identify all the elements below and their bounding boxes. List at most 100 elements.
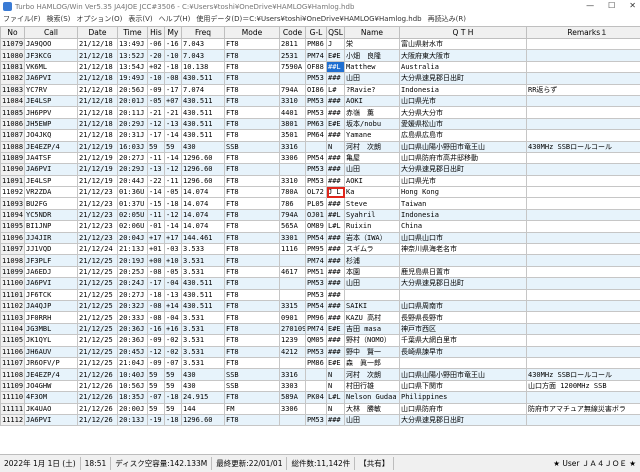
table-row[interactable]: 11087JO4JKQ21/12/1820:31J-17-14430.511FT… bbox=[1, 130, 640, 141]
table-row[interactable]: 11093BU2FG21/12/2301:37U-15-1814.074FT87… bbox=[1, 198, 640, 209]
table-row[interactable]: 111104F3OM21/12/2618:35J-07-1824.915FT85… bbox=[1, 392, 640, 403]
table-row[interactable]: 11086JH5EWP21/12/1820:29J-12-13430.511FT… bbox=[1, 118, 640, 129]
table-cell: -21 bbox=[165, 107, 182, 118]
status-updated: 最終更新:22/01/01 bbox=[212, 457, 287, 470]
table-cell: 4617 bbox=[280, 266, 306, 277]
table-row[interactable]: 11109JO4GHW21/12/2610:56J5959430SSB3303N… bbox=[1, 380, 640, 391]
column-header[interactable]: His bbox=[148, 27, 165, 39]
table-cell: 3801 bbox=[280, 118, 306, 129]
menu-item[interactable]: 再読込み(R) bbox=[425, 14, 469, 24]
table-row[interactable]: 11104JG3MBL21/12/2520:36J-16+163.531FT82… bbox=[1, 323, 640, 334]
column-header[interactable]: No bbox=[1, 27, 25, 39]
table-cell: 11108 bbox=[1, 369, 25, 380]
table-row[interactable]: 11092VR2ZDA21/12/2301:36U-14-0514.074FT8… bbox=[1, 187, 640, 198]
table-row[interactable]: 11094YC5NDR21/12/2302:05U-11-1214.074FT8… bbox=[1, 209, 640, 220]
column-header[interactable]: Remarks１ bbox=[527, 27, 640, 39]
table-row[interactable]: 11095BI1JNP21/12/2302:06U-01-1414.074FT8… bbox=[1, 221, 640, 232]
table-cell: 589A bbox=[280, 392, 306, 403]
table-cell: -22 bbox=[148, 175, 165, 186]
table-row[interactable]: 11085JH6PPV21/12/1820:11J-21-21430.511FT… bbox=[1, 107, 640, 118]
table-row[interactable]: 11096JJ4JIR21/12/2320:04J+17+17144.461FT… bbox=[1, 232, 640, 243]
table-row[interactable]: 11106JH6AUV21/12/2520:45J-12-023.531FT84… bbox=[1, 346, 640, 357]
table-row[interactable]: 11112JA6PVI21/12/2620:13J-19-181296.60FT… bbox=[1, 414, 640, 425]
column-header[interactable]: Freq bbox=[182, 27, 225, 39]
table-cell: ?Ravie? bbox=[345, 84, 400, 95]
table-cell: JF0RRH bbox=[25, 312, 78, 323]
column-header[interactable]: Mode bbox=[225, 27, 280, 39]
table-row[interactable]: 11099JA6EDJ21/12/2520:25J-08-053.531FT84… bbox=[1, 266, 640, 277]
menu-item[interactable]: オプション(O) bbox=[73, 14, 125, 24]
table-cell: 20:56J bbox=[118, 84, 148, 95]
table-cell bbox=[527, 209, 640, 220]
table-row[interactable]: 11088JE4EZP/421/12/1916:03J5959430SSB331… bbox=[1, 141, 640, 152]
column-header[interactable]: QSL bbox=[327, 27, 345, 39]
log-grid[interactable]: NoCallDateTimeHisMyFreqModeCodeG-LQSLNam… bbox=[0, 26, 640, 454]
table-cell: PM53 bbox=[306, 175, 327, 186]
menu-item[interactable]: 使用データ(D)＝C:¥Users¥toshi¥OneDrive¥HAMLOG¥… bbox=[193, 14, 424, 24]
table-row[interactable]: 11101JF6TCK21/12/2520:27J-18-13430.511FT… bbox=[1, 289, 640, 300]
table-row[interactable]: 11111JK4UAO21/12/2620:00J5959144FM3306N大… bbox=[1, 403, 640, 414]
column-header[interactable]: Time bbox=[118, 27, 148, 39]
table-row[interactable]: 11089JA4TSF21/12/1920:27J-11-141296.60FT… bbox=[1, 152, 640, 163]
table-cell: JE4EZP/4 bbox=[25, 369, 78, 380]
table-cell: 21/12/26 bbox=[78, 392, 118, 403]
column-header[interactable]: Name bbox=[345, 27, 400, 39]
table-cell: FT8 bbox=[225, 198, 280, 209]
column-header[interactable]: Code bbox=[280, 27, 306, 39]
table-cell: PM51 bbox=[306, 266, 327, 277]
table-cell: JR6OFV/P bbox=[25, 357, 78, 368]
table-cell: 21/12/25 bbox=[78, 323, 118, 334]
menu-item[interactable]: 検索(S) bbox=[44, 14, 74, 24]
table-cell: ### bbox=[327, 164, 345, 175]
table-row[interactable]: 11107JR6OFV/P21/12/2521:04J-09-073.531FT… bbox=[1, 357, 640, 368]
maximize-button[interactable]: ☐ bbox=[608, 1, 615, 10]
table-row[interactable]: 11102JA4QJP21/12/2520:32J-08+14430.511FT… bbox=[1, 300, 640, 311]
table-cell bbox=[527, 95, 640, 106]
table-row[interactable]: 11097JJ1VQD21/12/2421:13J+01-033.533FT81… bbox=[1, 244, 640, 255]
table-row[interactable]: 11081VK6ML21/12/1813:54J+02-1810.138FT87… bbox=[1, 61, 640, 72]
table-row[interactable]: 11105JK1QYL21/12/2520:36J-09-023.531FT81… bbox=[1, 335, 640, 346]
table-cell: 21/12/24 bbox=[78, 244, 118, 255]
table-cell: +00 bbox=[148, 255, 165, 266]
table-row[interactable]: 11090JA6PVI21/12/1920:29J-13-121296.60FT… bbox=[1, 164, 640, 175]
table-row[interactable]: 11084JE4LSP21/12/1820:01J-05+07430.511FT… bbox=[1, 95, 640, 106]
app-icon bbox=[3, 2, 12, 11]
table-cell: 7.043 bbox=[182, 50, 225, 61]
column-header[interactable]: Date bbox=[78, 27, 118, 39]
table-cell: 21:04J bbox=[118, 357, 148, 368]
table-row[interactable]: 11082JA6PVI21/12/1819:49J-10-08430.511FT… bbox=[1, 73, 640, 84]
table-cell: 11084 bbox=[1, 95, 25, 106]
table-cell: 3.531 bbox=[182, 335, 225, 346]
table-row[interactable]: 11098JF3PLF21/12/2520:19J+00+103.531FT8P… bbox=[1, 255, 640, 266]
column-header[interactable]: G-L bbox=[306, 27, 327, 39]
table-row[interactable]: 11108JE4EZP/421/12/2610:40J5959430SSB331… bbox=[1, 369, 640, 380]
menu-item[interactable]: ファイル(F) bbox=[0, 14, 44, 24]
table-cell: 21/12/18 bbox=[78, 84, 118, 95]
column-header[interactable]: Q T H bbox=[400, 27, 527, 39]
table-cell: SAIKI bbox=[345, 300, 400, 311]
table-cell: 20:19J bbox=[118, 255, 148, 266]
table-row[interactable]: 11079JA9QOO21/12/1813:49J-06-167.043FT82… bbox=[1, 39, 640, 50]
table-cell: FT8 bbox=[225, 187, 280, 198]
table-cell: PK04 bbox=[306, 392, 327, 403]
column-header[interactable]: Call bbox=[25, 27, 78, 39]
close-button[interactable]: ✕ bbox=[629, 1, 636, 10]
table-cell: 20:31J bbox=[118, 130, 148, 141]
table-row[interactable]: 11080JF3KCG21/12/1813:52J-20-107.043FT82… bbox=[1, 50, 640, 61]
table-row[interactable]: 11103JF0RRH21/12/2520:33J-08-043.531FT80… bbox=[1, 312, 640, 323]
table-row[interactable]: 11091JE4LSP21/12/1920:44J-22-111296.60FT… bbox=[1, 175, 640, 186]
table-cell: 14.074 bbox=[182, 209, 225, 220]
table-row[interactable]: 11083YC7RV21/12/1820:56J-09-177.074FT879… bbox=[1, 84, 640, 95]
table-cell: FT8 bbox=[225, 130, 280, 141]
minimize-button[interactable]: — bbox=[586, 1, 594, 10]
table-cell: FT8 bbox=[225, 323, 280, 334]
table-cell: FT8 bbox=[225, 152, 280, 163]
table-cell: 11111 bbox=[1, 403, 25, 414]
menu-item[interactable]: ヘルプ(H) bbox=[156, 14, 194, 24]
table-row[interactable]: 11100JA6PVI21/12/2520:24J-17-04430.511FT… bbox=[1, 278, 640, 289]
column-header[interactable]: My bbox=[165, 27, 182, 39]
table-cell: 野村（NOMO） bbox=[345, 335, 400, 346]
table-cell: E#E bbox=[327, 50, 345, 61]
table-cell: JF3PLF bbox=[25, 255, 78, 266]
menu-item[interactable]: 表示(V) bbox=[125, 14, 155, 24]
